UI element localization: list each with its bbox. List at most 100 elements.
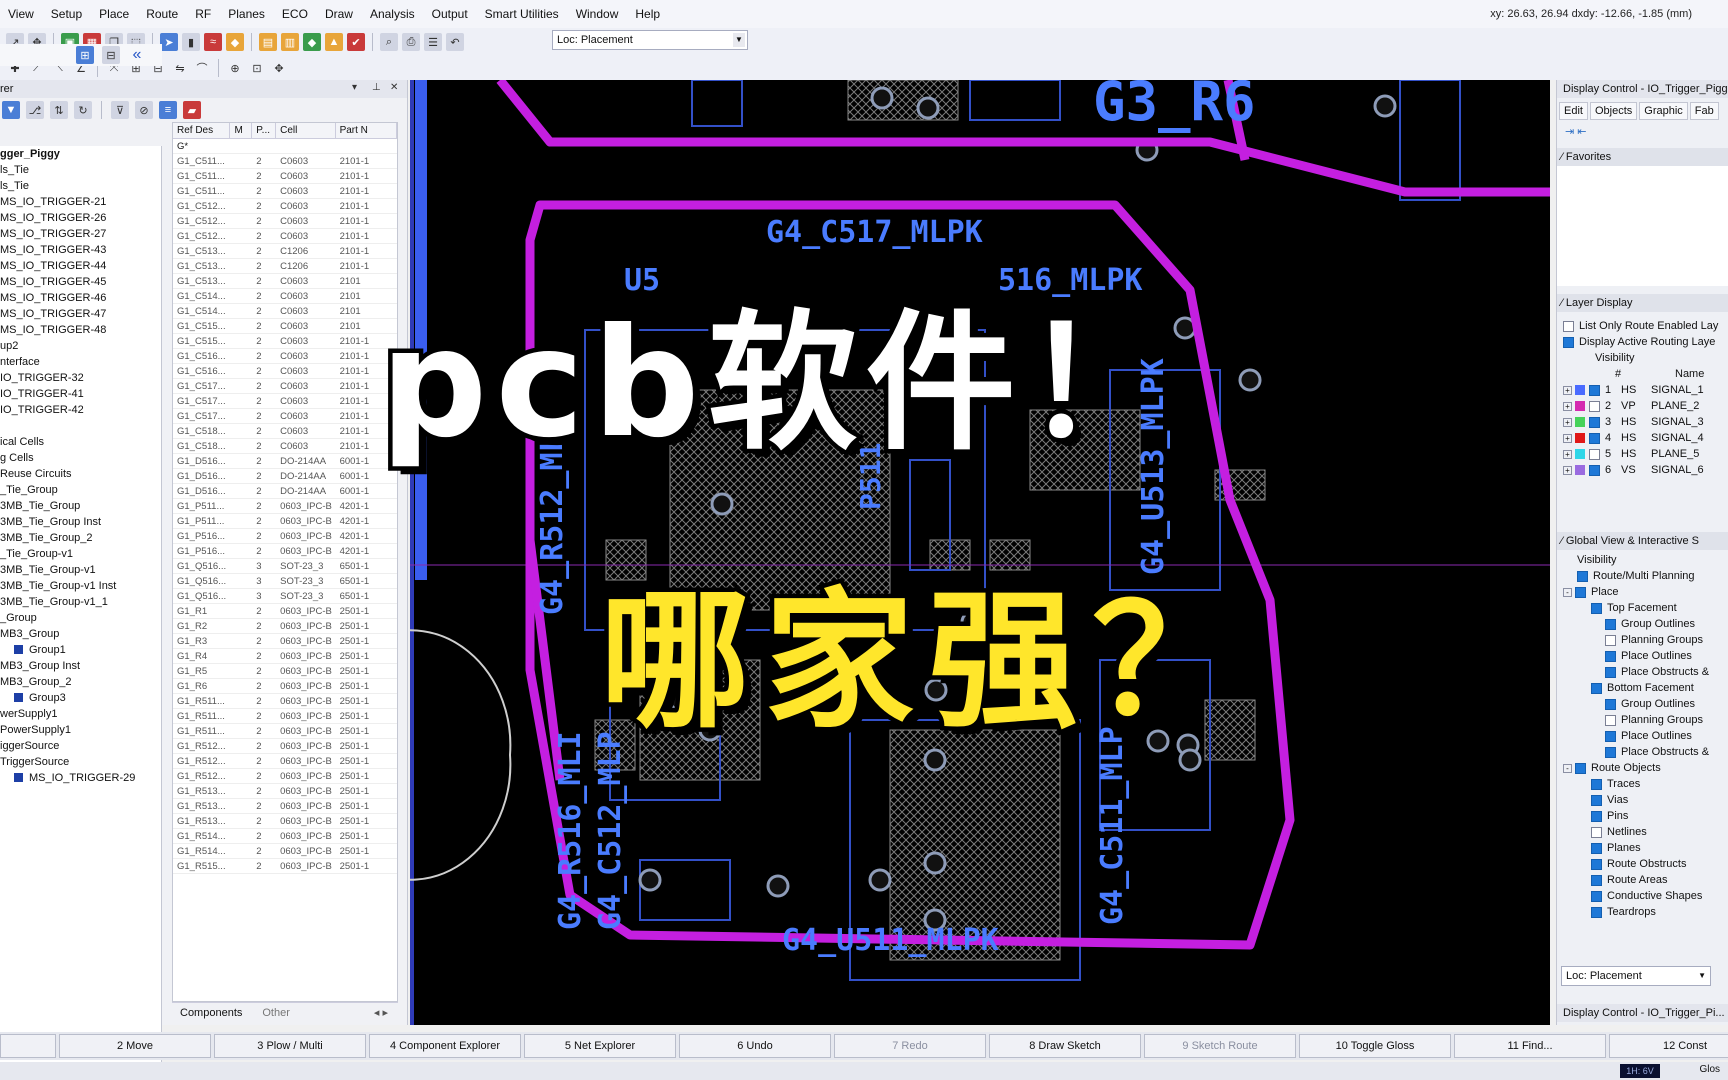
layer-visibility-checkbox[interactable] <box>1589 400 1600 412</box>
arc-icon[interactable]: ⌒ <box>193 59 211 77</box>
tree-icon[interactable]: ⎇ <box>26 101 44 119</box>
table-row[interactable]: G1_C513... 2 C1206 2101-1 <box>173 244 397 259</box>
layer-visibility-checkbox[interactable] <box>1589 384 1600 396</box>
visibility-checkbox[interactable] <box>1605 746 1616 758</box>
layer-row[interactable]: +3 HS SIGNAL_3 <box>1557 414 1728 430</box>
menu-item-smart-utilities[interactable]: Smart Utilities <box>477 7 568 21</box>
book-icon[interactable]: ▰ <box>183 101 201 119</box>
table-row[interactable]: G1_R511... 2 0603_IPC-B 2501-1 <box>173 694 397 709</box>
function-key-8[interactable]: 8 Draw Sketch <box>989 1034 1141 1058</box>
visibility-checkbox[interactable] <box>1577 570 1588 582</box>
tree-item[interactable]: MS_IO_TRIGGER-21 <box>0 194 161 210</box>
visibility-item[interactable]: Teardrops <box>1557 904 1728 920</box>
route-icon[interactable]: ≈ <box>204 33 222 51</box>
menu-item-setup[interactable]: Setup <box>43 7 91 21</box>
visibility-checkbox[interactable] <box>1591 874 1602 886</box>
table-row[interactable]: G1_R1 2 0603_IPC-B 2501-1 <box>173 604 397 619</box>
tree-item[interactable]: MS_IO_TRIGGER-44 <box>0 258 161 274</box>
layer-row[interactable]: +6 VS SIGNAL_6 <box>1557 462 1728 478</box>
visibility-checkbox[interactable] <box>1591 682 1602 694</box>
tab-objects[interactable]: Objects <box>1589 102 1638 120</box>
visibility-item[interactable]: Route Areas <box>1557 872 1728 888</box>
tree-item[interactable]: nterface <box>0 354 161 370</box>
table-row[interactable]: G1_C516... 2 C0603 2101-1 <box>173 364 397 379</box>
table-row[interactable]: G1_D516... 2 DO-214AA 6001-1 <box>173 454 397 469</box>
table-row[interactable]: G1_C514... 2 C0603 2101 <box>173 289 397 304</box>
funnel-icon[interactable]: ⊽ <box>111 101 129 119</box>
drc-icon[interactable]: ◆ <box>303 33 321 51</box>
visibility-checkbox[interactable] <box>1605 634 1616 646</box>
save-icon[interactable]: ▥ <box>281 33 299 51</box>
table-row[interactable]: G1_C511... 2 C0603 2101-1 <box>173 154 397 169</box>
visibility-item[interactable]: - Route Objects <box>1557 760 1728 776</box>
list-icon[interactable]: ≡ <box>159 101 177 119</box>
table-row[interactable]: G1_D516... 2 DO-214AA 6001-1 <box>173 469 397 484</box>
tree-item[interactable]: Reuse Circuits <box>0 466 161 482</box>
table-row[interactable]: G1_C512... 2 C0603 2101-1 <box>173 199 397 214</box>
table-row[interactable]: G1_Q516... 3 SOT-23_3 6501-1 <box>173 559 397 574</box>
tree-item[interactable]: 3MB_Tie_Group-v1 Inst <box>0 578 161 594</box>
tab-graphic[interactable]: Graphic <box>1639 102 1688 120</box>
table-row[interactable]: G1_R3 2 0603_IPC-B 2501-1 <box>173 634 397 649</box>
tree-item[interactable] <box>0 418 161 434</box>
visibility-item[interactable]: Place Obstructs & <box>1557 744 1728 760</box>
menu-item-eco[interactable]: ECO <box>274 7 317 21</box>
tree-item[interactable]: MS_IO_TRIGGER-46 <box>0 290 161 306</box>
tree-item[interactable]: iggerSource <box>0 738 161 754</box>
table-row[interactable]: G1_D516... 2 DO-214AA 6001-1 <box>173 484 397 499</box>
visibility-checkbox[interactable] <box>1591 778 1602 790</box>
collapse-icon[interactable]: ⊟ <box>102 46 120 64</box>
table-row[interactable]: G1_C515... 2 C0603 2101-1 <box>173 334 397 349</box>
chevron-down-icon[interactable]: ▼ <box>733 33 745 47</box>
collapse-icon[interactable]: - <box>1563 587 1572 597</box>
tree-item[interactable]: MS_IO_TRIGGER-43 <box>0 242 161 258</box>
grid-filter-row[interactable]: G* <box>173 139 397 154</box>
visibility-item[interactable]: Place Obstructs & <box>1557 664 1728 680</box>
grid-column-header[interactable]: M <box>230 123 253 138</box>
mirror-icon[interactable]: ⇋ <box>171 59 189 77</box>
visibility-item[interactable]: Pins <box>1557 808 1728 824</box>
add-icon[interactable]: ⊕ <box>226 59 244 77</box>
layer-visibility-checkbox[interactable] <box>1589 416 1600 428</box>
table-row[interactable]: G1_C518... 2 C0603 2101-1 <box>173 439 397 454</box>
visibility-item[interactable]: Top Facement <box>1557 600 1728 616</box>
function-key-5[interactable]: 5 Net Explorer <box>524 1034 676 1058</box>
table-row[interactable]: G1_C513... 2 C1206 2101-1 <box>173 259 397 274</box>
grid-icon[interactable]: ⊡ <box>248 59 266 77</box>
menu-item-window[interactable]: Window <box>568 7 628 21</box>
visibility-item[interactable]: Planning Groups <box>1557 632 1728 648</box>
visibility-item[interactable]: Conductive Shapes <box>1557 888 1728 904</box>
layer-visibility-checkbox[interactable] <box>1589 464 1600 476</box>
grid-column-header[interactable]: P... <box>252 123 277 138</box>
layer-display-section[interactable]: ⁄ Layer Display <box>1557 294 1728 312</box>
tree-item[interactable]: 3MB_Tie_Group_2 <box>0 530 161 546</box>
list-only-checkbox[interactable] <box>1563 320 1574 332</box>
table-row[interactable]: G1_R513... 2 0603_IPC-B 2501-1 <box>173 799 397 814</box>
visibility-checkbox[interactable] <box>1605 698 1616 710</box>
grid-column-header[interactable]: Cell <box>276 123 336 138</box>
function-key-2[interactable]: 2 Move <box>59 1034 211 1058</box>
table-row[interactable]: G1_C512... 2 C0603 2101-1 <box>173 214 397 229</box>
menu-item-rf[interactable]: RF <box>187 7 220 21</box>
table-row[interactable]: G1_P511... 2 0603_IPC-B 4201-1 <box>173 514 397 529</box>
table-row[interactable]: G1_R514... 2 0603_IPC-B 2501-1 <box>173 844 397 859</box>
tab-other[interactable]: Other <box>262 1007 290 1019</box>
tree-item[interactable]: _Group <box>0 610 161 626</box>
menu-item-analysis[interactable]: Analysis <box>362 7 424 21</box>
expand-icon[interactable]: + <box>1563 417 1572 427</box>
function-key-6[interactable]: 6 Undo <box>679 1034 831 1058</box>
tree-item[interactable]: MB3_Group <box>0 626 161 642</box>
layer-row[interactable]: +5 HS PLANE_5 <box>1557 446 1728 462</box>
report-icon[interactable]: ☰ <box>424 33 442 51</box>
clear-filter-icon[interactable]: ⊘ <box>135 101 153 119</box>
table-row[interactable]: G1_Q516... 3 SOT-23_3 6501-1 <box>173 574 397 589</box>
dock-icon[interactable]: ⊥ <box>372 82 381 93</box>
table-row[interactable]: G1_C517... 2 C0603 2101-1 <box>173 379 397 394</box>
tree-item[interactable]: 3MB_Tie_Group-v1 <box>0 562 161 578</box>
filter-icon[interactable]: ▼ <box>2 101 20 119</box>
tree-item[interactable]: TriggerSource <box>0 754 161 770</box>
table-row[interactable]: G1_C515... 2 C0603 2101 <box>173 319 397 334</box>
visibility-checkbox[interactable] <box>1575 586 1586 598</box>
folder-icon[interactable]: ▤ <box>259 33 277 51</box>
table-row[interactable]: G1_R515... 2 0603_IPC-B 2501-1 <box>173 859 397 874</box>
